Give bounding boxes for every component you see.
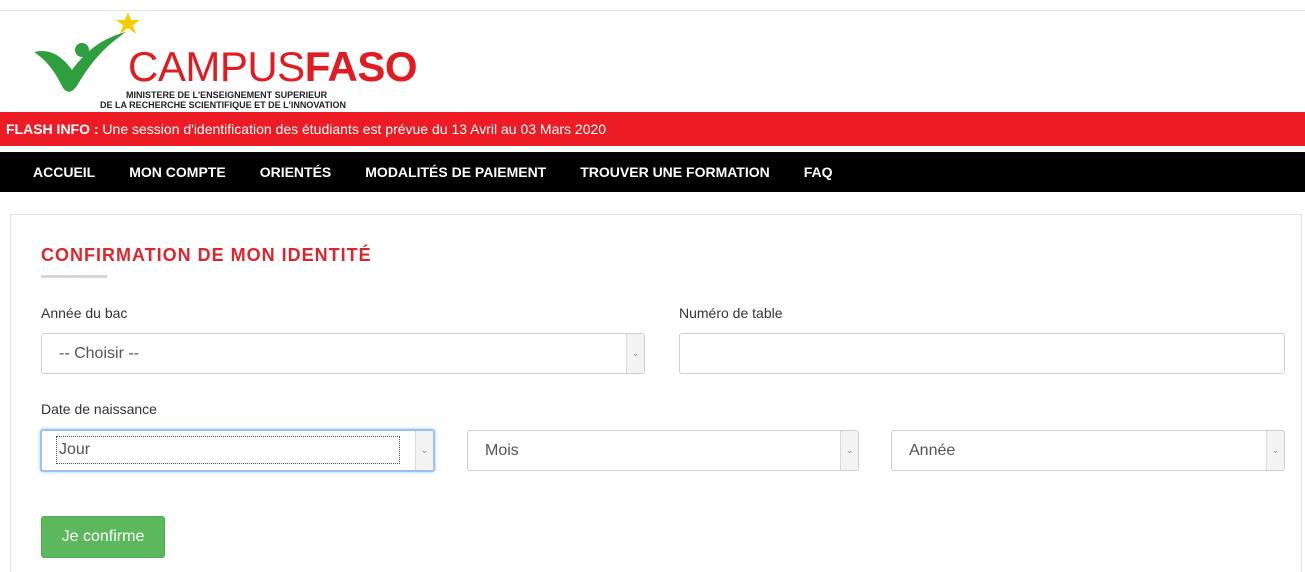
identity-form-card: CONFIRMATION DE MON IDENTITÉ Année du ba… <box>10 214 1302 572</box>
logo-wordmark: CAMPUSFASO <box>128 43 418 90</box>
logo-word-faso: FASO <box>304 43 418 90</box>
form-title: CONFIRMATION DE MON IDENTITÉ <box>41 245 372 265</box>
nav-item-accueil[interactable]: ACCUEIL <box>16 152 112 192</box>
nav-item-orientes[interactable]: ORIENTÉS <box>243 152 349 192</box>
flash-info-bar: FLASH INFO : Une session d'identificatio… <box>0 112 1305 146</box>
birth-year-select[interactable]: Année ⌄ <box>891 430 1285 471</box>
title-underline <box>41 275 107 278</box>
logo-subtitle: MINISTERE DE L'ENSEIGNEMENT SUPERIEUR DE… <box>100 90 346 110</box>
birth-date-label: Date de naissance <box>41 401 157 417</box>
birth-day-select[interactable]: Jour ⌄ <box>40 429 435 472</box>
logo-subtitle-line2: DE LA RECHERCHE SCIENTIFIQUE ET DE L'INN… <box>100 100 346 110</box>
confirm-button[interactable]: Je confirme <box>41 516 165 558</box>
logo-word-campus: CAMPUS <box>128 43 305 90</box>
birth-day-selected: Jour <box>56 436 400 464</box>
campusfaso-logo[interactable]: CAMPUSFASO MINISTERE DE L'ENSEIGNEMENT S… <box>30 12 418 110</box>
nav-item-trouver-formation[interactable]: TROUVER UNE FORMATION <box>563 152 787 192</box>
bac-year-selected: -- Choisir -- <box>59 345 139 362</box>
birth-month-select[interactable]: Mois ⌄ <box>467 430 859 471</box>
birth-year-selected: Année <box>909 442 956 459</box>
top-divider <box>0 10 1305 11</box>
nav-item-mon-compte[interactable]: MON COMPTE <box>112 152 242 192</box>
main-nav: ACCUEIL MON COMPTE ORIENTÉS MODALITÉS DE… <box>0 152 1305 192</box>
logo-checkmark-star-icon <box>34 12 140 92</box>
flash-info-message: Une session d'identification des étudian… <box>98 121 607 137</box>
table-number-label: Numéro de table <box>679 305 783 321</box>
chevron-down-icon: ⌄ <box>840 431 858 470</box>
chevron-down-icon: ⌄ <box>1266 431 1284 470</box>
chevron-down-icon: ⌄ <box>415 431 433 470</box>
flash-info-label: FLASH INFO : <box>6 121 99 137</box>
bac-year-label: Année du bac <box>41 305 128 321</box>
birth-month-selected: Mois <box>485 442 519 459</box>
logo-subtitle-line1: MINISTERE DE L'ENSEIGNEMENT SUPERIEUR <box>126 90 328 100</box>
chevron-down-icon: ⌄ <box>626 334 644 373</box>
bac-year-select[interactable]: -- Choisir -- ⌄ <box>41 333 645 374</box>
nav-item-modalites-paiement[interactable]: MODALITÉS DE PAIEMENT <box>348 152 563 192</box>
table-number-input[interactable] <box>679 333 1285 374</box>
nav-item-faq[interactable]: FAQ <box>787 152 850 192</box>
